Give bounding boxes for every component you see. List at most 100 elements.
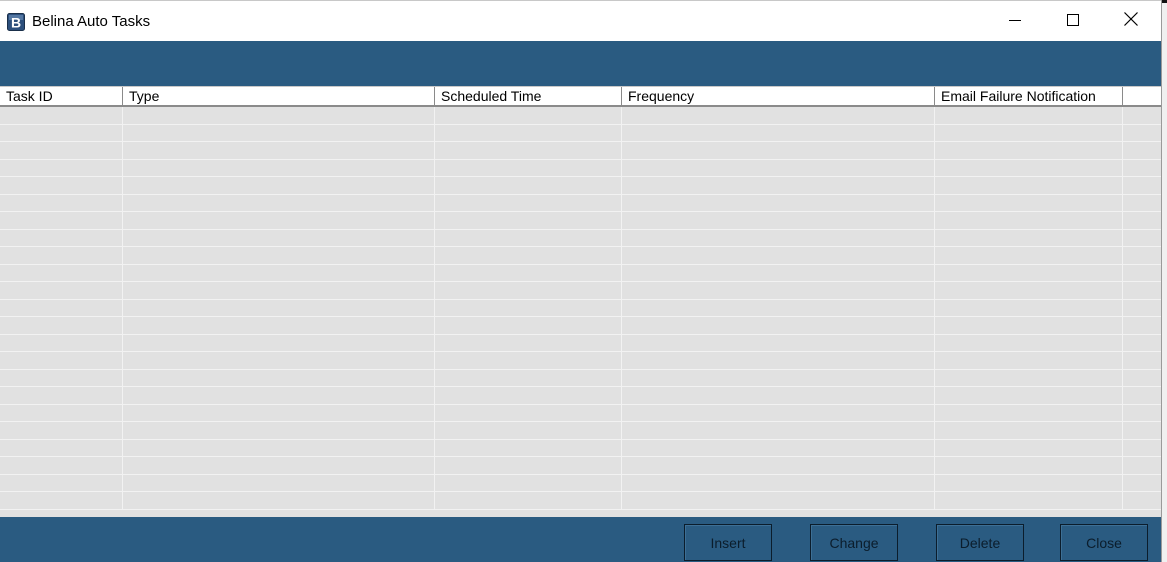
empty-grid-cell (622, 264, 935, 281)
empty-grid-cell (935, 124, 1123, 141)
empty-grid-row (0, 299, 1161, 317)
empty-grid-cell (0, 404, 123, 421)
empty-grid-cell (0, 264, 123, 281)
empty-grid-cell (935, 439, 1123, 456)
empty-grid-cell (1123, 440, 1161, 457)
empty-grid-cell (123, 282, 435, 299)
close-icon (1124, 12, 1138, 31)
empty-grid-cell (435, 124, 622, 141)
empty-grid-cell (1123, 492, 1161, 509)
footer-button-bar: Insert Change Delete Close (0, 517, 1161, 562)
title-bar[interactable]: B Belina Auto Tasks (0, 0, 1161, 41)
maximize-icon (1067, 13, 1079, 31)
empty-grid-cell (123, 107, 435, 124)
empty-grid-cell (123, 334, 435, 351)
empty-grid-cell (123, 387, 435, 404)
empty-grid-cell (622, 492, 935, 509)
empty-grid-row (0, 247, 1161, 265)
empty-grid-cell (0, 107, 123, 124)
empty-grid-row (0, 352, 1161, 370)
insert-button[interactable]: Insert (684, 524, 772, 561)
empty-grid-cell (1123, 142, 1161, 159)
empty-grid-cell (622, 212, 935, 229)
empty-grid-cell (0, 142, 123, 159)
empty-grid-row (0, 177, 1161, 195)
empty-grid-cell (0, 282, 123, 299)
empty-grid-cell (123, 299, 435, 316)
change-button[interactable]: Change (810, 524, 898, 561)
empty-grid-cell (0, 317, 123, 334)
maximize-button[interactable] (1044, 1, 1102, 42)
background-window-edge (1162, 0, 1167, 562)
empty-grid-cell (123, 177, 435, 194)
empty-grid-cell (622, 404, 935, 421)
column-header-frequency[interactable]: Frequency (622, 87, 935, 105)
empty-grid-cell (1123, 405, 1161, 422)
empty-grid-row (0, 264, 1161, 282)
column-header-task-id[interactable]: Task ID (0, 87, 123, 105)
empty-grid-cell (435, 404, 622, 421)
empty-grid-cell (935, 282, 1123, 299)
empty-grid-cell (123, 142, 435, 159)
empty-grid-row (0, 282, 1161, 300)
empty-grid-cell (622, 299, 935, 316)
empty-grid-cell (935, 404, 1123, 421)
empty-grid-cell (0, 194, 123, 211)
empty-grid-cell (0, 439, 123, 456)
empty-grid-cell (1123, 160, 1161, 177)
empty-grid-cell (123, 124, 435, 141)
column-header-scheduled-time[interactable]: Scheduled Time (435, 87, 622, 105)
top-toolbar-band (0, 41, 1161, 86)
close-window-button[interactable] (1102, 1, 1160, 42)
empty-grid-cell (123, 369, 435, 386)
empty-grid-cell (935, 369, 1123, 386)
empty-grid-cell (435, 334, 622, 351)
empty-grid-cell (1123, 300, 1161, 317)
tasks-grid[interactable]: Task ID Type Scheduled Time Frequency Em… (0, 86, 1161, 517)
empty-grid-cell (435, 194, 622, 211)
empty-grid-cell (0, 124, 123, 141)
column-header-email-failure-notification[interactable]: Email Failure Notification (935, 87, 1123, 105)
empty-grid-cell (1123, 212, 1161, 229)
column-header-type[interactable]: Type (123, 87, 435, 105)
empty-grid-cell (0, 212, 123, 229)
empty-grid-cell (435, 247, 622, 264)
empty-grid-cell (1123, 422, 1161, 439)
column-header-extra[interactable] (1123, 87, 1161, 105)
empty-grid-cell (1123, 125, 1161, 142)
empty-grid-cell (435, 107, 622, 124)
empty-grid-cell (622, 334, 935, 351)
empty-grid-cell (435, 369, 622, 386)
empty-grid-cell (935, 422, 1123, 439)
empty-grid-cell (0, 369, 123, 386)
empty-grid-cell (123, 159, 435, 176)
empty-grid-cell (622, 369, 935, 386)
grid-body[interactable] (0, 107, 1161, 517)
empty-grid-cell (935, 142, 1123, 159)
empty-grid-cell (0, 352, 123, 369)
empty-grid-cell (622, 194, 935, 211)
empty-grid-cell (435, 264, 622, 281)
empty-grid-cell (0, 457, 123, 474)
empty-grid-cell (123, 439, 435, 456)
empty-grid-cell (1123, 265, 1161, 282)
empty-grid-cell (435, 282, 622, 299)
empty-grid-cell (935, 352, 1123, 369)
empty-grid-cell (935, 474, 1123, 491)
delete-button[interactable]: Delete (936, 524, 1024, 561)
empty-grid-row (0, 369, 1161, 387)
empty-grid-cell (0, 492, 123, 509)
empty-grid-cell (1123, 107, 1161, 124)
empty-grid-cell (435, 159, 622, 176)
empty-grid-row (0, 492, 1161, 510)
empty-grid-cell (935, 159, 1123, 176)
empty-grid-cell (622, 142, 935, 159)
empty-grid-cell (123, 492, 435, 509)
close-button[interactable]: Close (1060, 524, 1148, 561)
empty-grid-cell (0, 474, 123, 491)
empty-grid-cell (435, 212, 622, 229)
minimize-button[interactable] (986, 1, 1044, 42)
empty-grid-row (0, 334, 1161, 352)
empty-grid-cell (123, 264, 435, 281)
empty-grid-cell (622, 107, 935, 124)
